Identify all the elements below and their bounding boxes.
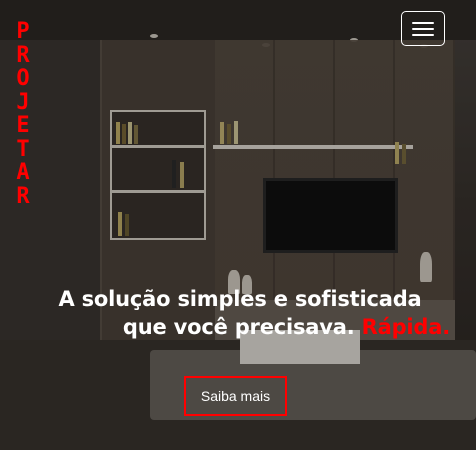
logo-letter: A [16,160,30,185]
hero-section: P R O J E T A R A solução simples e sofi… [0,0,476,450]
headline-highlight: Rápida. [361,315,451,339]
hero-headline: A solução simples e sofisticada que você… [30,285,450,341]
headline-line-2: que você precisava. Rápida. [30,313,450,341]
headline-line-2-text: que você precisava. [122,315,355,339]
brand-logo[interactable]: P R O J E T A R [9,20,37,208]
logo-letter: P [16,19,30,44]
logo-letter: O [16,66,30,91]
logo-letter: T [16,136,30,162]
logo-letter: J [16,89,30,115]
headline-line-1: A solução simples e sofisticada [58,287,422,311]
page-below-hero [0,450,476,476]
saiba-mais-button[interactable]: Saiba mais [184,376,287,416]
navbar-toggle-button[interactable] [401,11,445,46]
logo-letter: E [16,113,30,138]
logo-letter: R [16,183,30,209]
logo-letter: R [16,42,30,68]
